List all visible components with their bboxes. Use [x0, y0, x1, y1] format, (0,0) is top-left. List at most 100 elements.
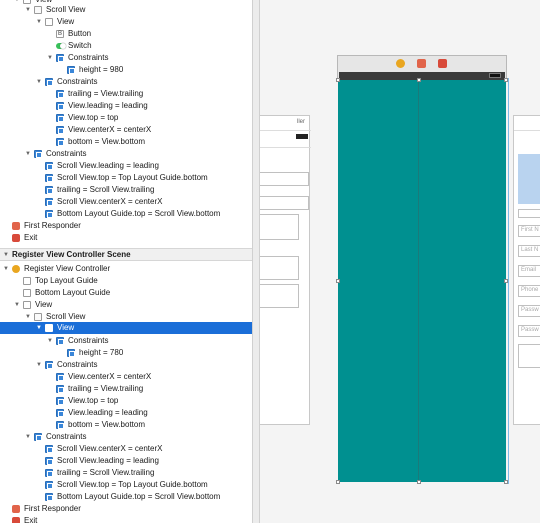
outline-row[interactable]: First Responder	[0, 220, 252, 232]
exit-icon[interactable]	[438, 59, 447, 68]
outline-row-label: Constraints	[68, 53, 109, 62]
outline-row[interactable]: ▼ Constraints	[0, 359, 252, 371]
text-area[interactable]	[260, 256, 299, 280]
text-area[interactable]	[518, 344, 540, 368]
outline-row[interactable]: ▼ Constraints	[0, 52, 252, 64]
text-field[interactable]	[260, 172, 309, 186]
outline-row[interactable]: Scroll View.centerX = centerX	[0, 196, 252, 208]
text-field[interactable]	[260, 196, 309, 210]
outline-row[interactable]: ▼ Constraints	[0, 335, 252, 347]
resize-handle[interactable]	[336, 78, 340, 82]
confirm-password-field[interactable]: Passw	[518, 325, 540, 337]
first-responder-icon	[12, 222, 20, 230]
outline-row[interactable]: Scroll View.top = Top Layout Guide.botto…	[0, 479, 252, 491]
view-controller-icon[interactable]	[396, 59, 405, 68]
phone-field[interactable]: Phone	[518, 285, 540, 297]
constraints-icon	[45, 78, 53, 86]
outline-row[interactable]: ▼ Register View Controller	[0, 263, 252, 275]
password-field[interactable]: Passw	[518, 305, 540, 317]
constraint-icon	[56, 385, 64, 393]
outline-row[interactable]: View.leading = leading	[0, 100, 252, 112]
outline-row[interactable]: View.top = top	[0, 395, 252, 407]
outline-splitter[interactable]	[252, 0, 260, 523]
storyboard-canvas[interactable]: ller First N Last N Email Phone Passw Pa…	[260, 0, 540, 523]
outline-row[interactable]: First Responder	[0, 503, 252, 515]
text-area[interactable]	[260, 214, 299, 240]
outline-row[interactable]: Scroll View.leading = leading	[0, 160, 252, 172]
constraints-icon	[45, 361, 53, 369]
scene-dock[interactable]	[337, 55, 507, 81]
outline-row[interactable]: Bottom Layout Guide.top = Scroll View.bo…	[0, 208, 252, 220]
constraint-icon	[56, 373, 64, 381]
resize-handle[interactable]	[504, 480, 508, 484]
text-area[interactable]	[260, 284, 299, 308]
first-name-field[interactable]: First N	[518, 225, 540, 237]
outline-row[interactable]: View.centerX = centerX	[0, 371, 252, 383]
disclosure-triangle-icon[interactable]: ▼	[24, 431, 32, 443]
outline-row[interactable]: trailing = Scroll View.trailing	[0, 467, 252, 479]
outline-row[interactable]: Top Layout Guide	[0, 275, 252, 287]
outline-row[interactable]: ▼ View	[0, 322, 252, 334]
content-view[interactable]	[338, 80, 506, 482]
layout-guide-icon	[23, 277, 31, 285]
resize-handle[interactable]	[417, 78, 421, 82]
outline-row[interactable]: ▼ View	[0, 16, 252, 28]
outline-row-label: Scroll View	[46, 5, 86, 14]
disclosure-triangle-icon[interactable]: ▼	[13, 299, 21, 311]
disclosure-triangle-icon[interactable]: ▼	[35, 359, 43, 371]
outline-section-header[interactable]: ▼ Register View Controller Scene	[0, 248, 252, 261]
outline-row[interactable]: Scroll View.centerX = centerX	[0, 443, 252, 455]
outline-row[interactable]: bottom = View.bottom	[0, 136, 252, 148]
outline-row[interactable]: ▼ View	[0, 299, 252, 311]
email-field[interactable]: Email	[518, 265, 540, 277]
outline-row[interactable]: ▼ Constraints	[0, 148, 252, 160]
outline-row[interactable]: B Button	[0, 28, 252, 40]
constraint-icon	[56, 138, 64, 146]
outline-row[interactable]: bottom = View.bottom	[0, 419, 252, 431]
outline-row[interactable]: Bottom Layout Guide	[0, 287, 252, 299]
resize-handle[interactable]	[504, 78, 508, 82]
outline-row[interactable]: Exit	[0, 515, 252, 523]
register-scene[interactable]: First N Last N Email Phone Passw Passw	[513, 115, 540, 425]
exit-icon	[12, 517, 20, 523]
resize-handle[interactable]	[417, 480, 421, 484]
disclosure-triangle-icon[interactable]: ▼	[46, 52, 54, 64]
outline-row-label: Constraints	[46, 432, 87, 441]
outline-row[interactable]: Bottom Layout Guide.top = Scroll View.bo…	[0, 491, 252, 503]
outline-row[interactable]: Exit	[0, 232, 252, 244]
outline-row[interactable]: ▼ Constraints	[0, 76, 252, 88]
text-field[interactable]	[518, 209, 540, 218]
last-name-field[interactable]: Last N	[518, 245, 540, 257]
outline-row[interactable]: height = 980	[0, 64, 252, 76]
outline-row[interactable]: Switch	[0, 40, 252, 52]
outline-row[interactable]: trailing = Scroll View.trailing	[0, 184, 252, 196]
outline-row[interactable]: ▼ Scroll View	[0, 4, 252, 16]
disclosure-triangle-icon[interactable]: ▼	[46, 335, 54, 347]
disclosure-triangle-icon[interactable]: ▼	[35, 76, 43, 88]
login-scene[interactable]: ller	[260, 115, 311, 425]
disclosure-triangle-icon[interactable]: ▼	[24, 4, 32, 16]
outline-row[interactable]: View.centerX = centerX	[0, 124, 252, 136]
outline-row[interactable]: trailing = View.trailing	[0, 88, 252, 100]
outline-row[interactable]: ▼ Constraints	[0, 431, 252, 443]
battery-icon	[296, 134, 308, 139]
outline-row[interactable]: height = 780	[0, 347, 252, 359]
resize-handle[interactable]	[504, 279, 508, 283]
constraint-icon	[56, 90, 64, 98]
outline-row[interactable]: View.leading = leading	[0, 407, 252, 419]
outline-row[interactable]: Scroll View.top = Top Layout Guide.botto…	[0, 172, 252, 184]
first-responder-icon	[12, 505, 20, 513]
disclosure-triangle-icon[interactable]: ▼	[2, 249, 10, 261]
resize-handle[interactable]	[336, 480, 340, 484]
outline-row[interactable]: Scroll View.leading = leading	[0, 455, 252, 467]
outline-row-label: Constraints	[46, 149, 87, 158]
resize-handle[interactable]	[336, 279, 340, 283]
disclosure-triangle-icon[interactable]: ▼	[24, 148, 32, 160]
disclosure-triangle-icon[interactable]: ▼	[35, 322, 43, 334]
outline-row-label: Bottom Layout Guide.top = Scroll View.bo…	[57, 492, 221, 501]
disclosure-triangle-icon[interactable]: ▼	[2, 263, 10, 275]
outline-row[interactable]: trailing = View.trailing	[0, 383, 252, 395]
outline-row[interactable]: View.top = top	[0, 112, 252, 124]
disclosure-triangle-icon[interactable]: ▼	[35, 16, 43, 28]
first-responder-icon[interactable]	[417, 59, 426, 68]
